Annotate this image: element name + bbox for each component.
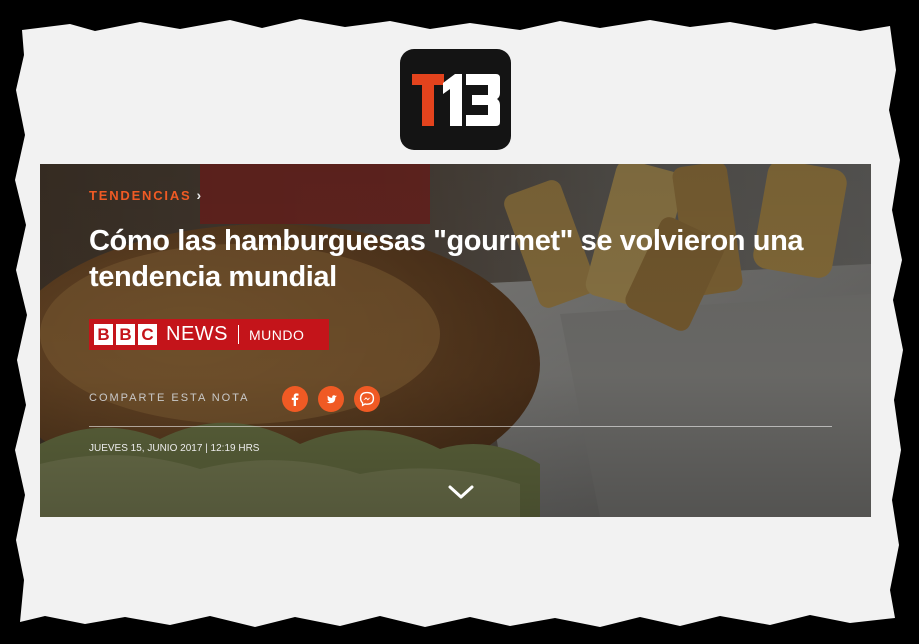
bbc-mundo-text: MUNDO [249, 326, 305, 343]
source-logo-bbc-news-mundo: B B C NEWS MUNDO [89, 319, 329, 350]
article-hero: TENDENCIAS › Cómo las hamburguesas "gour… [40, 164, 871, 517]
chevron-down-icon[interactable] [447, 483, 475, 501]
section-link[interactable]: TENDENCIAS › [89, 187, 201, 203]
t13-logo[interactable] [400, 49, 511, 150]
share-label: COMPARTE ESTA NOTA [89, 392, 250, 404]
section-label[interactable]: TENDENCIAS [89, 188, 192, 203]
article-headline: Cómo las hamburguesas "gourmet" se volvi… [89, 225, 804, 293]
bbc-letter-b1: B [94, 324, 113, 345]
chevron-right-icon: › [196, 187, 202, 203]
screenshot-stage: TENDENCIAS › Cómo las hamburguesas "gour… [0, 0, 919, 644]
twitter-icon [326, 395, 338, 404]
share-facebook-button[interactable] [282, 386, 308, 412]
bbc-letter-b2: B [116, 324, 135, 345]
facebook-icon [291, 393, 299, 406]
share-twitter-button[interactable] [318, 386, 344, 412]
bbc-news-text: NEWS [166, 323, 228, 345]
bbc-letter-blocks: B B C [94, 324, 160, 345]
bbc-letter-c: C [138, 324, 157, 345]
bbc-separator [238, 325, 239, 344]
messenger-icon [359, 391, 375, 407]
publish-dateline: JUEVES 15, JUNIO 2017 | 12:19 HRS [89, 443, 260, 454]
share-messenger-button[interactable] [354, 386, 380, 412]
t13-logo-mark [411, 73, 500, 126]
divider [89, 426, 832, 427]
